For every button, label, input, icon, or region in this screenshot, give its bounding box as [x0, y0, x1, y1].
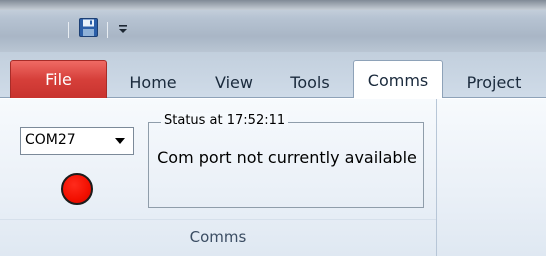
connection-status-led — [61, 173, 93, 205]
com-port-select[interactable]: COM27 — [20, 127, 134, 155]
ribbon-tabs: File Home View Tools Comms Project — [0, 52, 546, 99]
group-label-divider — [0, 219, 436, 220]
tab-home[interactable]: Home — [119, 66, 187, 98]
chevron-down-icon[interactable] — [109, 130, 131, 152]
tab-tools[interactable]: Tools — [276, 66, 344, 98]
tab-project[interactable]: Project — [452, 66, 536, 98]
tab-view[interactable]: View — [205, 66, 263, 98]
save-icon[interactable] — [79, 18, 98, 37]
group-label-comms: Comms — [189, 228, 247, 246]
group-divider — [436, 99, 437, 256]
toolbar-separator — [107, 22, 108, 38]
quick-access-toolbar — [0, 0, 546, 52]
status-message: Com port not currently available — [157, 148, 417, 167]
status-groupbox: Status at 17:52:11 Com port not currentl… — [148, 113, 424, 208]
toolbar-separator — [68, 22, 69, 38]
status-heading: Status at 17:52:11 — [161, 113, 289, 128]
tab-comms[interactable]: Comms — [353, 60, 443, 99]
customize-menu-icon[interactable] — [117, 22, 129, 36]
com-port-value: COM27 — [25, 132, 76, 148]
ribbon-panel: COM27 Status at 17:52:11 Com port not cu… — [0, 98, 546, 256]
tab-file[interactable]: File — [10, 60, 107, 98]
